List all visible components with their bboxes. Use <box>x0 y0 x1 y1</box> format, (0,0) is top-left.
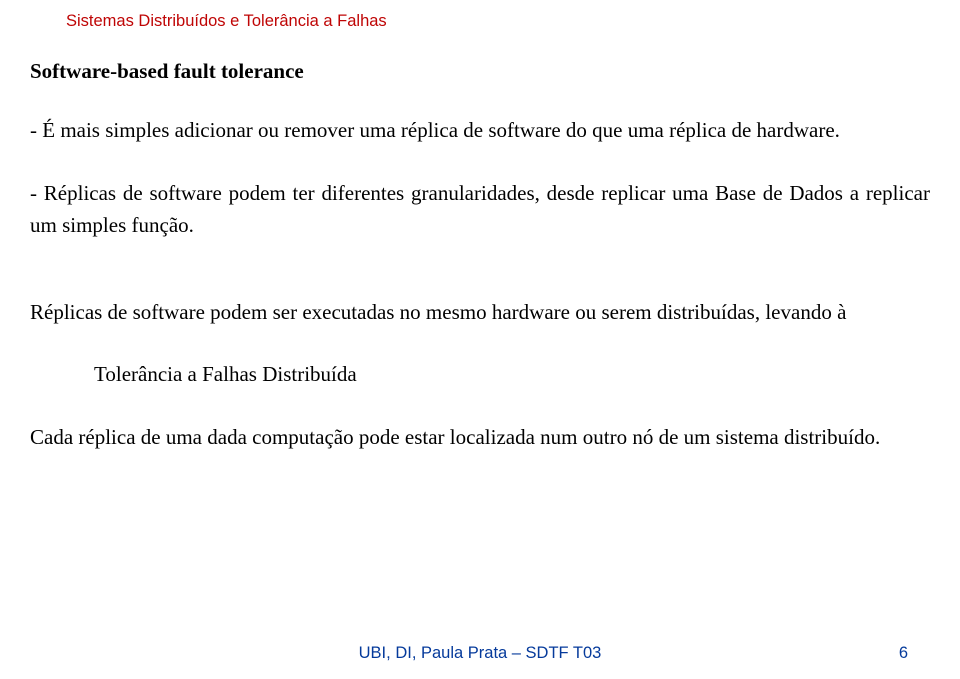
paragraph-1: - É mais simples adicionar ou remover um… <box>30 114 930 147</box>
page-footer: UBI, DI, Paula Prata – SDTF T03 6 <box>0 644 960 663</box>
indented-line: Tolerância a Falhas Distribuída <box>94 358 930 391</box>
section-title: Software-based fault tolerance <box>30 59 930 84</box>
paragraph-2: - Réplicas de software podem ter diferen… <box>30 177 930 242</box>
course-header: Sistemas Distribuídos e Tolerância a Fal… <box>66 12 930 31</box>
footer-page-number: 6 <box>899 644 908 663</box>
paragraph-3: Réplicas de software podem ser executada… <box>30 296 930 329</box>
paragraph-4: Cada réplica de uma dada computação pode… <box>30 421 930 454</box>
footer-text: UBI, DI, Paula Prata – SDTF T03 <box>0 644 960 663</box>
